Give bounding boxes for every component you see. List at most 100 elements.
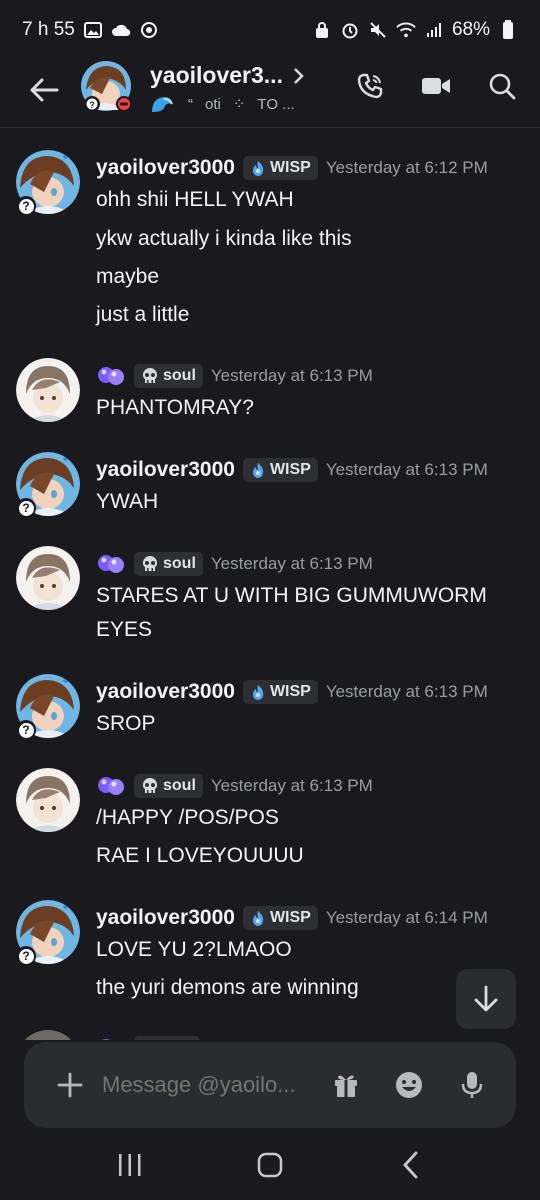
message-input[interactable] [102, 1072, 307, 1098]
server-tag-label: soul [163, 777, 196, 794]
message-text: EYES [96, 618, 153, 641]
search-button[interactable] [482, 66, 522, 106]
wifi-icon [396, 20, 416, 40]
skull-icon [143, 778, 157, 793]
status-text-2: ⁘ [232, 96, 246, 113]
jump-to-present-button[interactable] [456, 969, 516, 1029]
header-custom-status: “ oti ⁘ TO ... [150, 94, 295, 114]
call-button[interactable] [350, 66, 390, 106]
mute-icon [368, 20, 388, 40]
message-text: /HAPPY /POS/POS [96, 806, 279, 829]
chevron-left-icon [403, 1151, 418, 1179]
message-text: RAE I LOVEYOUUUU [96, 844, 304, 867]
header-actions [350, 66, 522, 106]
server-tag[interactable] [134, 1036, 200, 1040]
server-tag[interactable]: WISP [242, 156, 318, 180]
lock-icon [312, 20, 332, 40]
message-text: just a little [96, 303, 190, 326]
orbs-icon [96, 1036, 126, 1040]
server-tag[interactable]: soul [134, 774, 203, 798]
clock: 7 h 55 [22, 19, 75, 40]
voice-message-button[interactable] [452, 1065, 492, 1105]
attach-button[interactable] [50, 1065, 90, 1105]
dm-header: ? yaoilover3... “ oti ⁘ TO ... [0, 60, 540, 128]
author-name[interactable]: yaoilover3000 [96, 680, 235, 704]
message-composer [24, 1042, 516, 1128]
timestamp: Yesterday at 6:13 PM [210, 366, 373, 385]
timestamp: Yesterday at 6:14 PM [325, 908, 488, 927]
server-tag[interactable]: soul [134, 364, 203, 388]
svg-text:?: ? [89, 100, 95, 110]
author-name[interactable]: yaoilover3000 [96, 458, 235, 482]
server-tag-label: soul [163, 555, 196, 572]
server-tag-label: WISP [269, 461, 311, 478]
skull-icon [143, 556, 157, 571]
recents-button[interactable] [100, 1140, 160, 1190]
back-nav-button[interactable] [380, 1140, 440, 1190]
server-tag-label: WISP [269, 683, 311, 700]
gift-button[interactable] [326, 1065, 366, 1105]
avatar[interactable]: ? [16, 674, 80, 740]
home-button[interactable] [240, 1140, 300, 1190]
message-text: PHANTOMRAY? [96, 396, 254, 419]
message-text: the yuri demons are winning [96, 976, 359, 999]
avatar[interactable] [16, 768, 80, 832]
header-username: yaoilover3... [150, 62, 283, 88]
back-button[interactable] [24, 70, 64, 110]
flame-icon [252, 685, 264, 700]
avatar[interactable] [16, 546, 80, 610]
emoji-button[interactable] [389, 1065, 429, 1105]
flame-icon [252, 911, 264, 926]
header-avatar[interactable]: ? [80, 60, 132, 112]
unknown-status-icon: ? [16, 196, 36, 216]
unknown-status-icon: ? [16, 498, 36, 518]
status-text-1: oti [205, 95, 221, 113]
cloud-icon [111, 20, 131, 40]
alarm-icon [340, 20, 360, 40]
server-tag[interactable]: WISP [242, 458, 318, 482]
message-text: STARES AT U WITH BIG GUMMUWORM [96, 584, 487, 607]
status-right: 68% [312, 19, 518, 41]
gallery-icon [83, 20, 103, 40]
flame-icon [252, 161, 264, 176]
message-header: soul Yesterday at 6:13 PM [96, 774, 373, 798]
arrow-down-icon [474, 985, 498, 1012]
home-icon [257, 1152, 283, 1178]
status-quote-mark: “ [188, 95, 193, 113]
avatar[interactable] [16, 358, 80, 422]
battery-percent: 68% [451, 19, 490, 40]
timestamp: Yesterday at 6:13 PM [325, 682, 488, 701]
recents-icon [119, 1154, 141, 1176]
server-tag[interactable]: WISP [242, 680, 318, 704]
unknown-status-icon: ? [16, 720, 36, 740]
message-header: yaoilover3000 WISP Yesterday at 6:13 PM [96, 458, 488, 482]
message-list[interactable]: ? yaoilover3000 WISP Yesterday at 6:12 P… [0, 130, 540, 1040]
avatar[interactable]: ? [16, 900, 80, 966]
server-tag[interactable]: WISP [242, 906, 318, 930]
microphone-icon [461, 1072, 483, 1098]
message-header: yaoilover3000 WISP Yesterday at 6:12 PM [96, 156, 488, 180]
orbs-icon [96, 364, 126, 388]
message-header: soul Yesterday at 6:13 PM [96, 364, 373, 388]
message-text: LOVE YU 2?LMAOO [96, 938, 292, 961]
timestamp: Yesterday at 6:12 PM [325, 158, 488, 177]
plus-icon [57, 1072, 83, 1098]
header-title[interactable]: yaoilover3... [150, 62, 305, 89]
wave-icon [152, 97, 173, 112]
chevron-right-icon [294, 67, 304, 84]
orbs-icon [96, 552, 126, 576]
status-bar: 7 h 55 68% [0, 0, 540, 60]
server-tag[interactable]: soul [134, 552, 203, 576]
video-call-button[interactable] [416, 66, 456, 106]
author-name[interactable]: yaoilover3000 [96, 156, 235, 180]
message-text: SROP [96, 712, 156, 735]
video-icon [422, 78, 450, 94]
call-icon [357, 73, 383, 99]
author-name[interactable]: yaoilover3000 [96, 906, 235, 930]
avatar[interactable]: ? [16, 150, 80, 216]
message-text: ohh shii HELL YWAH [96, 188, 294, 211]
avatar[interactable] [16, 1030, 80, 1040]
system-nav-bar [0, 1130, 540, 1200]
server-tag-label: soul [163, 367, 196, 384]
avatar[interactable]: ? [16, 452, 80, 518]
